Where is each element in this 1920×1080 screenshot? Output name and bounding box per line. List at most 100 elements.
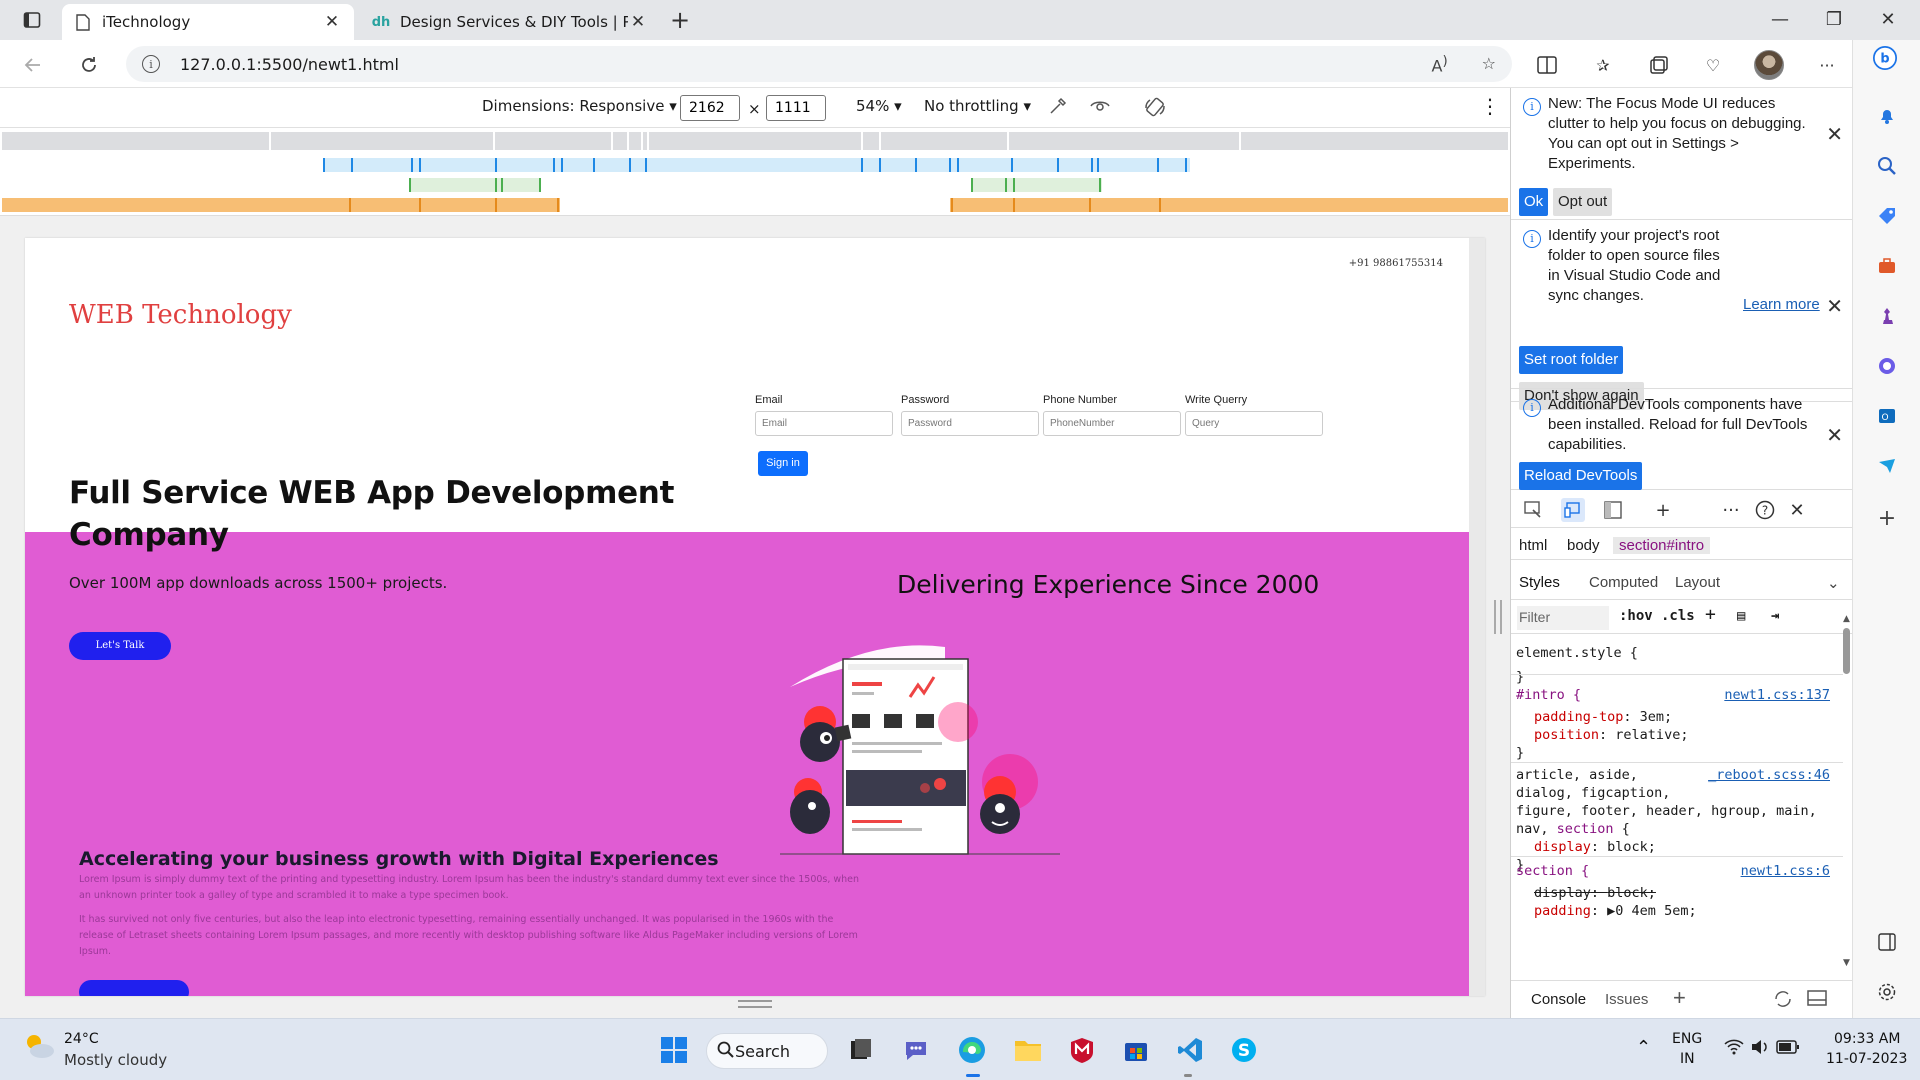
weather-description[interactable]: Mostly cloudy bbox=[64, 1051, 167, 1069]
address-bar[interactable]: i 127.0.0.1:5500/newt1.html A) ☆ bbox=[126, 46, 1512, 82]
console-tab[interactable]: Console bbox=[1531, 991, 1586, 1008]
clock-date[interactable]: 11-07-2023 bbox=[1826, 1051, 1907, 1067]
rule-section[interactable]: section { newt1.css:6 display: block; pa… bbox=[1516, 862, 1838, 920]
declaration-overridden[interactable]: display: block; bbox=[1516, 884, 1838, 902]
paint-brush-icon[interactable]: ▤ bbox=[1737, 608, 1745, 624]
more-menu-icon[interactable]: ··· bbox=[1814, 52, 1840, 78]
microsoft-365-icon[interactable] bbox=[1875, 354, 1899, 378]
mcafee-icon[interactable] bbox=[1064, 1032, 1100, 1068]
site-info-icon[interactable]: i bbox=[142, 55, 160, 73]
dock-side-icon[interactable] bbox=[1601, 498, 1625, 522]
vscode-icon[interactable] bbox=[1172, 1032, 1208, 1077]
file-explorer-icon[interactable] bbox=[1010, 1032, 1046, 1068]
task-view-icon[interactable] bbox=[842, 1032, 878, 1068]
more-tools-icon[interactable]: ··· bbox=[1719, 498, 1743, 522]
close-notice-icon[interactable]: ✕ bbox=[1826, 294, 1843, 318]
close-tab-icon[interactable]: ✕ bbox=[322, 12, 342, 32]
profile-avatar[interactable] bbox=[1754, 50, 1784, 80]
settings-gear-icon[interactable] bbox=[1875, 980, 1899, 1004]
tab-itechnology[interactable]: iTechnology ✕ bbox=[62, 4, 354, 40]
minimize-button[interactable]: — bbox=[1762, 6, 1798, 34]
tab-computed[interactable]: Computed bbox=[1589, 574, 1658, 591]
rendering-icon[interactable] bbox=[1773, 989, 1793, 1013]
crumb-section-intro[interactable]: section#intro bbox=[1613, 537, 1711, 554]
weather-cloud-icon[interactable] bbox=[22, 1031, 56, 1065]
learn-more-link[interactable]: Learn more bbox=[1743, 296, 1820, 313]
games-chess-icon[interactable] bbox=[1875, 304, 1899, 328]
vision-icon[interactable] bbox=[1090, 98, 1110, 118]
add-tool-icon[interactable]: + bbox=[1651, 498, 1675, 522]
help-icon[interactable]: ? bbox=[1753, 498, 1777, 522]
styles-scrollbar[interactable]: ▲ ▼ bbox=[1841, 614, 1851, 974]
close-devtools-icon[interactable]: ✕ bbox=[1785, 498, 1809, 522]
class-toggle[interactable]: .cls bbox=[1661, 608, 1695, 624]
tab-styles[interactable]: Styles bbox=[1519, 574, 1560, 591]
device-emulation-icon[interactable] bbox=[1561, 498, 1585, 522]
read-aloud-icon[interactable]: A) bbox=[1432, 54, 1448, 75]
collections-icon[interactable] bbox=[1646, 52, 1672, 78]
crumb-html[interactable]: html bbox=[1519, 537, 1547, 554]
dock-drawer-icon[interactable] bbox=[1807, 989, 1827, 1011]
declaration[interactable]: padding: ▶0 4em 5em; bbox=[1516, 902, 1838, 920]
viewport-resize-handle-right[interactable] bbox=[1494, 600, 1502, 634]
width-input[interactable] bbox=[680, 95, 740, 121]
wifi-icon[interactable] bbox=[1724, 1039, 1744, 1059]
rule-element-style[interactable]: element.style { } bbox=[1516, 644, 1838, 686]
add-sidebar-app-icon[interactable]: + bbox=[1875, 506, 1899, 531]
rule-source-link[interactable]: _reboot.scss:46 bbox=[1708, 766, 1830, 784]
tab-layout[interactable]: Layout bbox=[1675, 574, 1720, 591]
shopping-tag-icon[interactable] bbox=[1875, 204, 1899, 228]
hide-sidebar-icon[interactable] bbox=[1875, 930, 1899, 954]
add-drawer-tab-icon[interactable]: + bbox=[1673, 985, 1686, 1011]
windows-start-icon[interactable] bbox=[656, 1032, 692, 1068]
toggle-sidebar-icon[interactable]: ⇥ bbox=[1771, 608, 1779, 624]
browser-essentials-icon[interactable]: ♡ bbox=[1700, 52, 1726, 78]
issues-tab[interactable]: Issues bbox=[1605, 991, 1648, 1008]
clock-time[interactable]: 09:33 AM bbox=[1834, 1031, 1900, 1047]
mq-row-max[interactable] bbox=[2, 156, 1508, 174]
password-field[interactable]: Password bbox=[901, 411, 1039, 436]
lets-talk-button[interactable]: Let's Talk bbox=[69, 632, 171, 660]
mq-row-min-max[interactable] bbox=[2, 176, 1508, 194]
height-input[interactable] bbox=[766, 95, 826, 121]
volume-icon[interactable] bbox=[1750, 1039, 1770, 1059]
declaration[interactable]: position: relative; bbox=[1516, 726, 1838, 744]
chevron-down-icon[interactable]: ⌄ bbox=[1827, 574, 1840, 592]
edge-browser-icon[interactable] bbox=[954, 1032, 990, 1077]
region-code[interactable]: IN bbox=[1680, 1051, 1695, 1067]
sensor-eyedropper-icon[interactable] bbox=[1048, 96, 1068, 120]
dimensions-dropdown[interactable]: Dimensions: Responsive ▾ bbox=[482, 97, 677, 115]
phone-field[interactable]: PhoneNumber bbox=[1043, 411, 1181, 436]
language-code[interactable]: ENG bbox=[1672, 1031, 1702, 1047]
notifications-bell-icon[interactable] bbox=[1875, 104, 1899, 128]
site-logo[interactable]: WEB Technology bbox=[69, 300, 292, 330]
favorites-icon[interactable]: ✰ bbox=[1590, 52, 1616, 78]
close-notice-icon[interactable]: ✕ bbox=[1826, 122, 1843, 146]
microsoft-store-icon[interactable] bbox=[1118, 1032, 1154, 1068]
mq-row-min[interactable] bbox=[2, 196, 1508, 214]
crumb-body[interactable]: body bbox=[1567, 537, 1600, 554]
opt-out-button[interactable]: Opt out bbox=[1553, 188, 1613, 216]
second-cta-button[interactable] bbox=[79, 980, 189, 996]
viewport-resize-handle-bottom[interactable] bbox=[738, 1000, 772, 1008]
email-field[interactable]: Email bbox=[755, 411, 893, 436]
throttling-dropdown[interactable]: No throttling ▾ bbox=[924, 97, 1031, 115]
window-close-button[interactable]: ✕ bbox=[1870, 6, 1906, 34]
maximize-button[interactable]: ❐ bbox=[1816, 6, 1852, 34]
new-rule-icon[interactable]: + bbox=[1705, 604, 1716, 625]
sign-in-button[interactable]: Sign in bbox=[758, 451, 808, 476]
tab-actions-icon[interactable] bbox=[14, 8, 50, 32]
reload-devtools-button[interactable]: Reload DevTools bbox=[1519, 462, 1643, 490]
rotate-icon[interactable] bbox=[1144, 96, 1166, 122]
filter-input[interactable]: Filter bbox=[1517, 606, 1609, 630]
rule-source-link[interactable]: newt1.css:6 bbox=[1741, 862, 1830, 880]
close-notice-icon[interactable]: ✕ bbox=[1826, 423, 1843, 447]
refresh-icon[interactable] bbox=[74, 50, 104, 80]
page-scrollbar[interactable] bbox=[1469, 238, 1485, 996]
tab-design-services[interactable]: dh Design Services & DIY Tools | Pri ✕ bbox=[360, 4, 660, 40]
chevron-up-icon[interactable]: ⌃ bbox=[1636, 1037, 1651, 1058]
weather-temperature[interactable]: 24°C bbox=[64, 1031, 99, 1047]
battery-icon[interactable] bbox=[1776, 1040, 1800, 1058]
query-field[interactable]: Query bbox=[1185, 411, 1323, 436]
rule-intro[interactable]: #intro { newt1.css:137 padding-top: 3em;… bbox=[1516, 686, 1838, 762]
